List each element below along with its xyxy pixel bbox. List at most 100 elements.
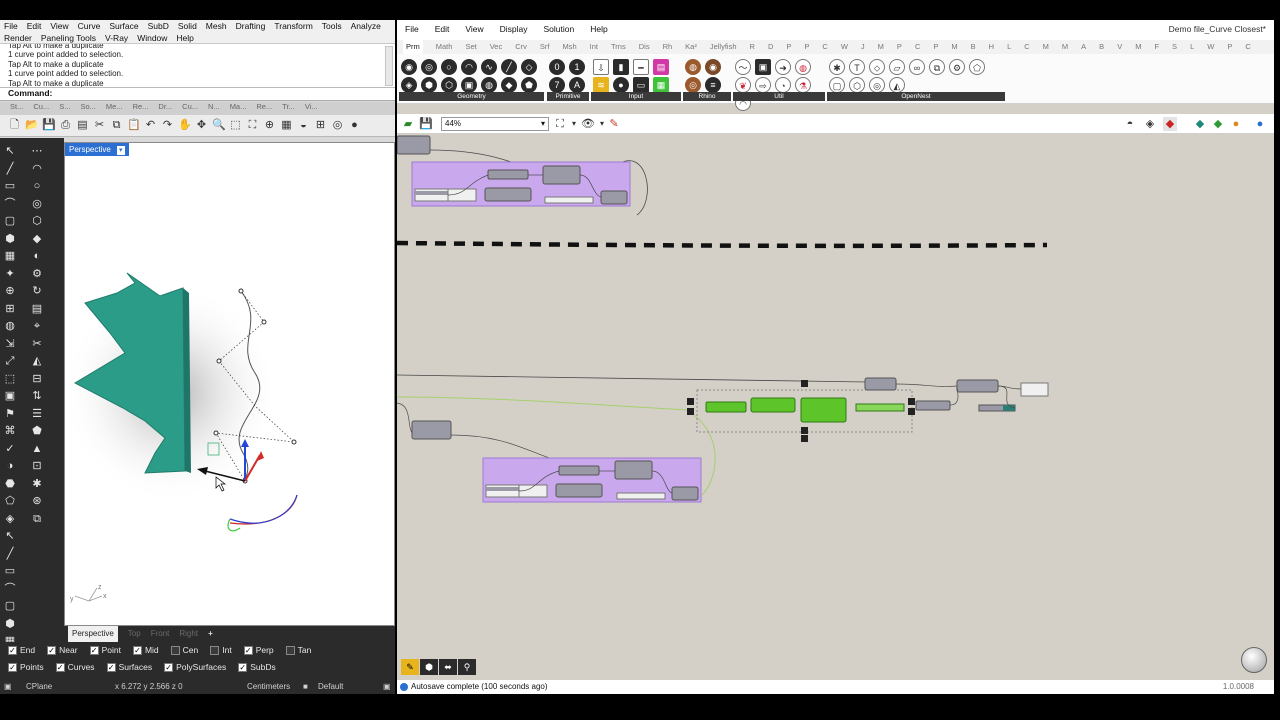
param-surface-icon[interactable]: ◈ [401,77,417,93]
osnap-tan[interactable]: Tan [285,645,311,655]
red-curve[interactable] [229,494,298,525]
grid-icon[interactable]: ▦ [3,249,17,263]
widget-sketch-icon[interactable]: ✎ [401,659,419,675]
input-graph-icon[interactable]: ≋ [593,77,609,93]
util-timer-icon[interactable]: ◔ [775,77,791,93]
input-colour-swatch-icon[interactable]: ● [613,77,629,93]
line-icon[interactable]: ╱ [3,162,17,176]
gh-tab[interactable]: M [1043,40,1049,54]
gh-tab[interactable]: Prm [403,40,423,54]
grid-icon[interactable]: ⊞ [314,119,327,132]
viewport-tab-front[interactable]: Front [151,626,170,642]
gh-tab[interactable]: Math [436,40,453,54]
rectangle-icon[interactable]: ▭ [3,179,17,193]
new-file-icon[interactable]: 🗋 [8,119,21,132]
toolbar-tab[interactable]: Vi... [305,102,318,115]
opennest-sheet-icon[interactable]: T [849,59,865,75]
scale-icon[interactable]: ⇲ [3,337,17,351]
gh-tab[interactable]: M [1135,40,1141,54]
cut-icon[interactable]: ✂ [93,119,106,132]
util-flask-icon[interactable]: ⚗ [795,77,811,93]
zoom-window-icon[interactable]: ⬚ [229,119,242,132]
gh-tab[interactable]: Srf [540,40,550,54]
star-icon[interactable]: ✱ [30,477,44,491]
menu-item[interactable]: Window [137,33,167,43]
gh-tab[interactable]: P [1227,40,1232,54]
zoom-selected-icon[interactable]: ⊕ [263,119,276,132]
curve-icon[interactable]: ⌒ [3,582,17,596]
zoom-level-select[interactable]: 44% ▾ [441,117,549,131]
render-icon[interactable]: ● [348,119,361,132]
menu-item[interactable]: Transform [274,21,312,31]
gumball-x-arrow-icon[interactable] [257,451,264,461]
gh-tab[interactable]: W [841,40,848,54]
display-color-icon[interactable]: ◆ [1211,117,1225,131]
gh-tab[interactable]: Trns [611,40,626,54]
opennest-offset-icon[interactable]: ▢ [829,77,845,93]
opennest-arrow-icon[interactable]: ◭ [889,77,905,93]
solid-icon[interactable]: ⬢ [3,232,17,246]
gh-tab[interactable]: Set [465,40,476,54]
gh-tab[interactable]: P [804,40,809,54]
save-file-icon[interactable]: 💾 [419,117,433,131]
gh-slider[interactable] [616,492,666,500]
gh-component-selected[interactable] [800,397,847,423]
contour-icon[interactable]: ◑ [3,459,17,473]
osnap-points[interactable]: ✓ Points [8,662,44,672]
rhino-pipeline-icon[interactable]: ≡ [705,77,721,93]
util-forward-icon[interactable]: ⇨ [755,77,771,93]
gh-slider-selected[interactable] [855,403,905,412]
gh-tab[interactable]: P [786,40,791,54]
circle-icon[interactable]: ○ [30,179,44,193]
osnap-checkbox[interactable]: ✓ [164,662,174,672]
viewport-tab-perspective[interactable]: Perspective [68,626,118,642]
osnap-checkbox[interactable] [210,645,220,655]
sketch-pen-icon[interactable]: ✎ [607,117,621,131]
param-circle-icon[interactable]: ○ [441,59,457,75]
gh-component[interactable] [397,135,431,155]
opennest-cut-icon[interactable]: ⬠ [969,59,985,75]
gh-menu-item[interactable]: Edit [435,24,450,34]
display-sphere-icon[interactable]: ● [1229,117,1243,131]
layer-icon[interactable]: ▤ [30,302,44,316]
gh-tab[interactable]: H [989,40,994,54]
widget-align-icon[interactable]: ⬌ [439,659,457,675]
curve-icon[interactable]: ⌒ [3,197,17,211]
zoom-menu-chevron-icon[interactable]: ▾ [567,117,581,131]
gh-tab[interactable]: Dis [639,40,650,54]
gh-tab[interactable]: A [1081,40,1086,54]
toolbar-tab[interactable]: Cu... [33,102,49,115]
opennest-target-icon[interactable]: ◎ [869,77,885,93]
osnap-checkbox[interactable]: ✓ [47,645,57,655]
gh-component[interactable] [671,486,699,501]
osnap-mid[interactable]: ✓ Mid [132,645,159,655]
gh-tab[interactable]: V [1117,40,1122,54]
polygon-icon[interactable]: ⬟ [30,424,44,438]
input-panel-icon[interactable]: ▭ [633,77,649,93]
toolbar-tab[interactable]: Re... [133,102,149,115]
menu-item[interactable]: Paneling Tools [41,33,96,43]
opennest-circles-icon[interactable]: ∞ [909,59,925,75]
param-number-icon[interactable]: 1 [569,59,585,75]
gh-tab[interactable]: P [933,40,938,54]
target-icon[interactable]: ⊕ [3,284,17,298]
viewport-tab-right[interactable]: Right [179,626,198,642]
osnap-end[interactable]: ✓ End [8,645,35,655]
input-gradient-icon[interactable]: ▤ [653,59,669,75]
toolbar-tab[interactable]: Me... [106,102,123,115]
display-mode-icon[interactable]: ◒ [297,119,310,132]
menu-item[interactable]: Mesh [206,21,227,31]
opennest-mesh-icon[interactable]: ⬡ [849,77,865,93]
rectangle-icon[interactable]: ▭ [3,564,17,578]
align-handle-icon[interactable] [908,398,915,405]
osnap-point[interactable]: ✓ Point [89,645,121,655]
rhino-object-icon[interactable]: ◎ [685,77,701,93]
osnap-subds[interactable]: ✓ SubDs [238,662,276,672]
osnap-curves[interactable]: ✓ Curves [55,662,95,672]
gh-tab[interactable]: B [971,40,976,54]
gh-component[interactable] [614,460,653,480]
gh-tab[interactable]: J [861,40,865,54]
osnap-checkbox[interactable]: ✓ [106,662,116,672]
perspective-viewport[interactable]: Perspective ▾ z x y [64,142,395,626]
gh-tab[interactable]: S [1172,40,1177,54]
